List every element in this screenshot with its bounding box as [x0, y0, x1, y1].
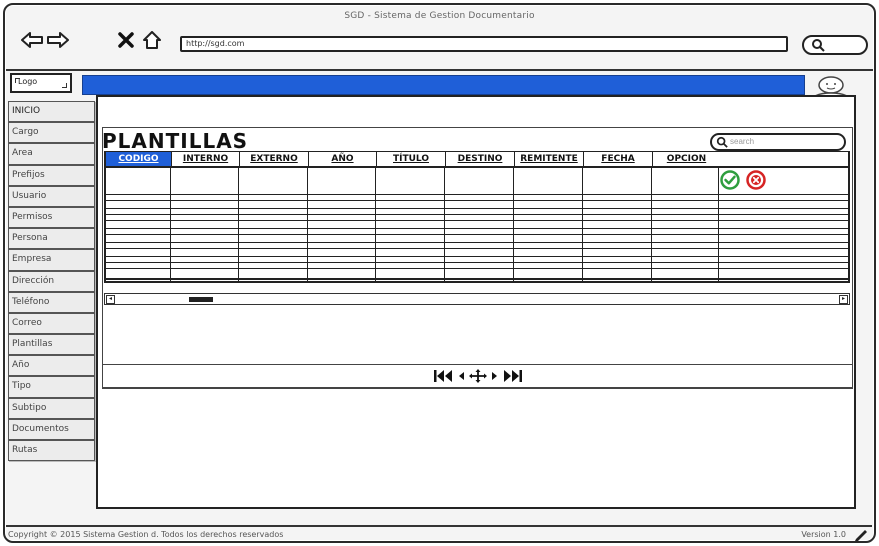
- copyright-text: Copyright © 2015 Sistema Gestion d. Todo…: [8, 530, 284, 539]
- delete-icon[interactable]: [746, 170, 766, 190]
- url-input[interactable]: http://sgd.com: [180, 36, 788, 52]
- page-title: PLANTILLAS: [102, 129, 249, 153]
- pagination-bar: [102, 364, 853, 388]
- search-icon: [716, 136, 728, 148]
- sidebar-item-subtipo[interactable]: Subtipo: [8, 397, 95, 419]
- pagination-controls: [433, 369, 523, 383]
- content-panel: PLANTILLAS search CODIGO INTERNO EXTERNO…: [96, 95, 856, 509]
- sidebar-item-direccion[interactable]: Dirección: [8, 270, 95, 292]
- sidebar-item-cargo[interactable]: Cargo: [8, 122, 95, 144]
- sidebar-item-usuario[interactable]: Usuario: [8, 185, 95, 207]
- column-header-interno[interactable]: INTERNO: [172, 152, 240, 166]
- column-header-externo[interactable]: EXTERNO: [240, 152, 309, 166]
- sidebar: INICIO Cargo Area Prefijos Usuario Permi…: [8, 101, 98, 462]
- column-header-fecha[interactable]: FECHA: [584, 152, 653, 166]
- approve-icon[interactable]: [720, 170, 740, 190]
- column-header-remitente[interactable]: REMITENTE: [515, 152, 584, 166]
- scroll-left-icon[interactable]: ◂: [106, 295, 115, 304]
- logo: Logo: [10, 73, 72, 93]
- window-title: SGD - Sistema de Gestion Documentario: [344, 11, 535, 21]
- sidebar-item-persona[interactable]: Persona: [8, 228, 95, 250]
- sidebar-item-prefijos[interactable]: Prefijos: [8, 164, 95, 186]
- sidebar-item-inicio[interactable]: INICIO: [8, 101, 95, 123]
- sidebar-item-permisos[interactable]: Permisos: [8, 206, 95, 229]
- first-page-icon[interactable]: [433, 369, 455, 383]
- home-icon[interactable]: [141, 29, 163, 51]
- column-header-ano[interactable]: AÑO: [309, 152, 377, 166]
- forward-icon[interactable]: [47, 29, 69, 51]
- scroll-right-icon[interactable]: ▸: [839, 295, 848, 304]
- back-icon[interactable]: [21, 29, 43, 51]
- sidebar-item-plantillas[interactable]: Plantillas: [8, 334, 95, 356]
- plantillas-table: CODIGO INTERNO EXTERNO AÑO TÍTULO DESTIN…: [104, 151, 850, 283]
- table-search-input[interactable]: search: [710, 133, 846, 151]
- next-page-icon[interactable]: [491, 369, 499, 383]
- previous-page-icon[interactable]: [457, 369, 465, 383]
- app-header-bar: [82, 75, 805, 95]
- close-icon[interactable]: [115, 29, 137, 51]
- horizontal-scrollbar[interactable]: ◂ ▸: [104, 293, 850, 305]
- sidebar-item-rutas[interactable]: Rutas: [8, 440, 95, 462]
- sidebar-item-empresa[interactable]: Empresa: [8, 249, 95, 271]
- footer: Copyright © 2015 Sistema Gestion d. Todo…: [6, 525, 872, 541]
- column-header-destino[interactable]: DESTINO: [446, 152, 515, 166]
- table-body: [106, 168, 848, 281]
- search-icon: [812, 39, 825, 52]
- table-header: CODIGO INTERNO EXTERNO AÑO TÍTULO DESTIN…: [106, 151, 848, 168]
- browser-search-input[interactable]: [802, 35, 868, 55]
- column-header-opcion[interactable]: OPCION: [653, 152, 720, 166]
- app-area: Logo INICIO Cargo Area Prefijos Usuario …: [6, 69, 873, 521]
- column-header-codigo[interactable]: CODIGO: [106, 152, 172, 166]
- version-label: Version 1.0: [801, 530, 846, 539]
- sidebar-item-telefono[interactable]: Teléfono: [8, 291, 95, 313]
- pencil-icon[interactable]: [854, 529, 868, 541]
- sidebar-item-ano[interactable]: Año: [8, 355, 95, 377]
- sidebar-item-correo[interactable]: Correo: [8, 312, 95, 335]
- move-icon[interactable]: [467, 369, 489, 383]
- sidebar-item-documentos[interactable]: Documentos: [8, 418, 95, 440]
- last-page-icon[interactable]: [501, 369, 523, 383]
- column-header-titulo[interactable]: TÍTULO: [377, 152, 446, 166]
- sidebar-item-tipo[interactable]: Tipo: [8, 376, 95, 398]
- scrollbar-thumb[interactable]: [189, 297, 213, 302]
- sidebar-item-area[interactable]: Area: [8, 143, 95, 165]
